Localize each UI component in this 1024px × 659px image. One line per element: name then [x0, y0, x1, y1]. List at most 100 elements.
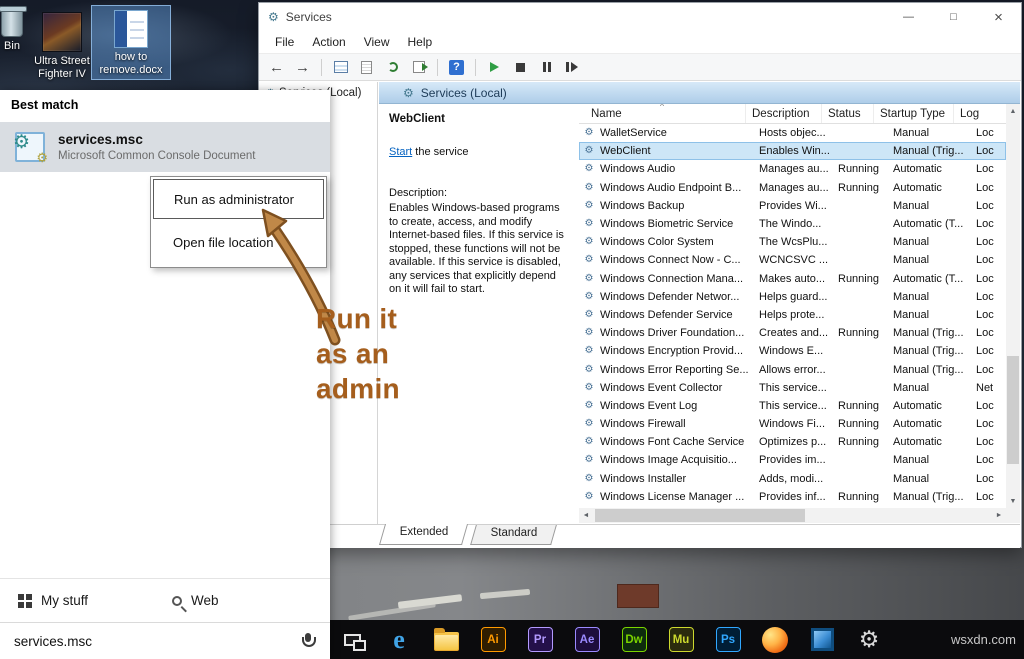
- menu-file[interactable]: File: [266, 32, 303, 52]
- maximize-button[interactable]: □: [931, 3, 976, 31]
- muse-icon[interactable]: Mu: [667, 625, 695, 655]
- start-line-rest: the service: [412, 146, 468, 158]
- service-row[interactable]: ⚙Windows FirewallWindows Fi...RunningAut…: [579, 415, 1006, 433]
- gear-icon: [36, 151, 48, 164]
- my-stuff-button[interactable]: My stuff: [0, 593, 88, 608]
- close-button[interactable]: ×: [976, 3, 1021, 31]
- service-row[interactable]: ⚙Windows Audio Endpoint B...Manages au..…: [579, 179, 1006, 197]
- context-menu-item-run-as-administrator[interactable]: Run as administrator: [153, 179, 324, 219]
- column-header-log-on-as[interactable]: Log: [954, 104, 1006, 123]
- search-input[interactable]: [12, 633, 302, 650]
- service-row[interactable]: ⚙Windows InstallerAdds, modi...ManualLoc: [579, 470, 1006, 488]
- cell-name: Windows Backup: [596, 200, 755, 212]
- column-header-startup-type[interactable]: Startup Type: [874, 104, 954, 123]
- road-lane-marking: [348, 602, 436, 621]
- cell-desc: Windows Fi...: [755, 418, 834, 430]
- service-row[interactable]: ⚙Windows Defender Networ...Helps guard..…: [579, 288, 1006, 306]
- horizontal-scrollbar[interactable]: [579, 508, 1006, 523]
- scroll-left-icon[interactable]: [579, 508, 593, 523]
- service-row[interactable]: ⚙Windows License Manager ...Provides inf…: [579, 488, 1006, 506]
- scroll-up-icon[interactable]: [1006, 104, 1020, 118]
- file-explorer-icon[interactable]: [432, 625, 460, 655]
- back-icon[interactable]: ←: [265, 56, 288, 78]
- photoshop-icon[interactable]: Ps: [714, 625, 742, 655]
- restart-service-icon[interactable]: [561, 56, 584, 78]
- service-row[interactable]: ⚙Windows Image Acquisitio...Provides im.…: [579, 451, 1006, 469]
- service-row[interactable]: ⚙WebClientEnables Win...Manual (Trig...L…: [579, 142, 1006, 160]
- service-row[interactable]: ⚙Windows Event LogThis service...Running…: [579, 397, 1006, 415]
- edge-icon[interactable]: e: [385, 625, 413, 655]
- service-gear-icon: ⚙: [582, 455, 596, 465]
- properties-icon[interactable]: [355, 56, 378, 78]
- desktop-icon-label: Ultra Street Fighter IV: [30, 55, 94, 81]
- desktop-icon-ultra-street-fighter[interactable]: Ultra Street Fighter IV: [30, 12, 94, 81]
- cell-name: Windows Connect Now - C...: [596, 254, 755, 266]
- result-title: services.msc: [58, 132, 256, 147]
- microphone-icon[interactable]: [302, 633, 314, 649]
- menu-view[interactable]: View: [355, 32, 399, 52]
- tab-standard[interactable]: Standard: [470, 525, 556, 545]
- start-service-icon[interactable]: [483, 56, 506, 78]
- service-row[interactable]: ⚙Windows Event CollectorThis service...M…: [579, 379, 1006, 397]
- pause-service-icon[interactable]: [535, 56, 558, 78]
- cell-status: Running: [834, 418, 889, 430]
- titlebar[interactable]: Services — □ ×: [259, 3, 1021, 31]
- cell-startup: Manual: [889, 309, 972, 321]
- task-view-icon[interactable]: [338, 625, 366, 655]
- scroll-down-icon[interactable]: [1006, 494, 1020, 508]
- after-effects-icon[interactable]: Ae: [573, 625, 601, 655]
- photos-icon[interactable]: [808, 625, 836, 655]
- stop-service-icon[interactable]: [509, 56, 532, 78]
- illustrator-icon[interactable]: Ai: [479, 625, 507, 655]
- service-row[interactable]: ⚙Windows Font Cache ServiceOptimizes p..…: [579, 433, 1006, 451]
- desktop-icon-how-to-remove-docx[interactable]: how to remove.docx: [92, 6, 170, 79]
- service-row[interactable]: ⚙Windows Encryption Provid...Windows E..…: [579, 342, 1006, 360]
- scroll-right-icon[interactable]: [992, 508, 1006, 523]
- service-gear-icon: ⚙: [582, 401, 596, 411]
- firefox-icon[interactable]: [761, 625, 789, 655]
- column-header-description[interactable]: Description: [746, 104, 822, 123]
- help-icon[interactable]: ?: [445, 56, 468, 78]
- service-row[interactable]: ⚙Windows Error Reporting Se...Allows err…: [579, 360, 1006, 378]
- cell-startup: Manual (Trig...: [889, 491, 972, 503]
- vertical-scroll-thumb[interactable]: [1007, 356, 1019, 464]
- cell-startup: Manual: [889, 291, 972, 303]
- premiere-icon[interactable]: Pr: [526, 625, 554, 655]
- vertical-scrollbar[interactable]: [1006, 104, 1020, 508]
- service-rows: ⚙WalletServiceHosts objec...ManualLoc⚙We…: [579, 124, 1006, 507]
- service-row[interactable]: ⚙Windows Biometric ServiceThe Windo...Au…: [579, 215, 1006, 233]
- column-header-status[interactable]: Status: [822, 104, 874, 123]
- forward-icon[interactable]: →: [291, 56, 314, 78]
- tab-extended[interactable]: Extended: [379, 524, 468, 545]
- service-row[interactable]: ⚙Windows AudioManages au...RunningAutoma…: [579, 160, 1006, 178]
- export-list-icon[interactable]: [407, 56, 430, 78]
- gear-icon: [13, 133, 30, 152]
- show-console-tree-icon[interactable]: [329, 56, 352, 78]
- web-button[interactable]: Web: [154, 593, 219, 608]
- minimize-button[interactable]: —: [886, 3, 931, 31]
- service-row[interactable]: ⚙Windows Defender ServiceHelps prote...M…: [579, 306, 1006, 324]
- detail-pane-header: Services (Local): [379, 82, 1020, 104]
- menu-help[interactable]: Help: [399, 32, 442, 52]
- service-row[interactable]: ⚙WalletServiceHosts objec...ManualLoc: [579, 124, 1006, 142]
- menu-action[interactable]: Action: [303, 32, 354, 52]
- service-row[interactable]: ⚙Windows Connect Now - C...WCNCSVC ...Ma…: [579, 251, 1006, 269]
- column-header-name[interactable]: Name ^: [579, 104, 746, 123]
- service-row[interactable]: ⚙Windows Driver Foundation...Creates and…: [579, 324, 1006, 342]
- context-menu-item-open-file-location[interactable]: Open file location: [153, 222, 324, 262]
- refresh-icon[interactable]: [381, 56, 404, 78]
- settings-icon[interactable]: ⚙: [855, 625, 883, 655]
- start-service-link[interactable]: Start: [389, 146, 412, 158]
- description-label: Description:: [389, 187, 571, 199]
- column-label: Log: [960, 108, 979, 120]
- service-gear-icon: ⚙: [582, 164, 596, 174]
- search-result-services-msc[interactable]: services.msc Microsoft Common Console Do…: [0, 122, 330, 172]
- horizontal-scroll-thumb[interactable]: [595, 509, 805, 522]
- wallpaper-object: [617, 584, 659, 608]
- service-row[interactable]: ⚙Windows Connection Mana...Makes auto...…: [579, 270, 1006, 288]
- service-row[interactable]: ⚙Windows BackupProvides Wi...ManualLoc: [579, 197, 1006, 215]
- service-row[interactable]: ⚙Windows Color SystemThe WcsPlu...Manual…: [579, 233, 1006, 251]
- dreamweaver-icon[interactable]: Dw: [620, 625, 648, 655]
- grid-icon: [18, 594, 32, 608]
- cell-desc: Optimizes p...: [755, 436, 834, 448]
